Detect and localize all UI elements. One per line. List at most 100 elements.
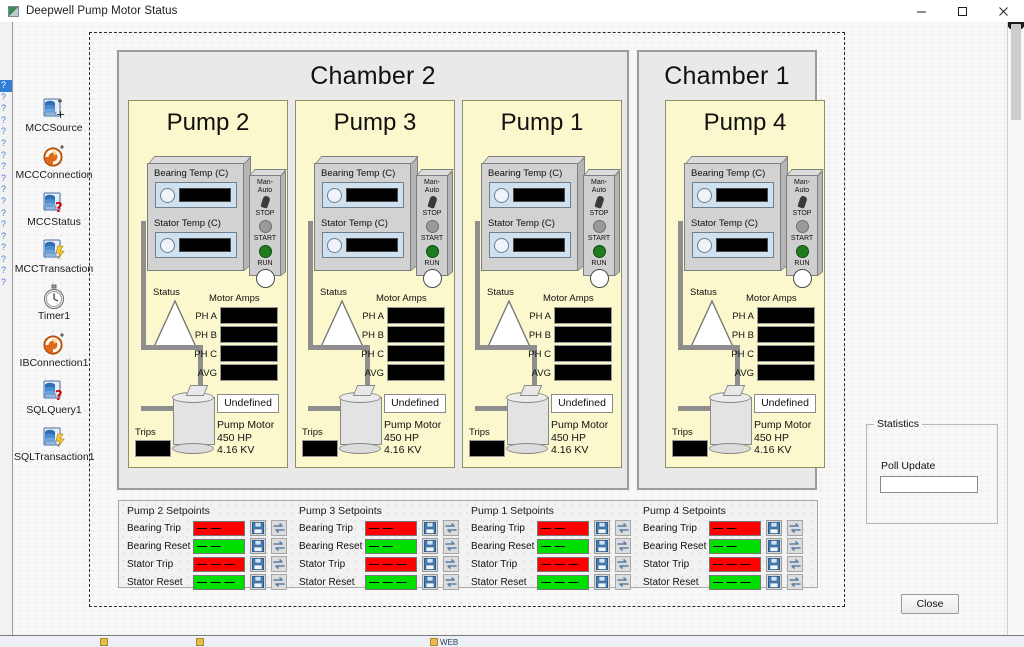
close-button[interactable]: Close <box>901 594 959 614</box>
tray-item-mccconnection[interactable]: MCCConnection <box>14 143 94 181</box>
refresh-icon[interactable] <box>271 574 287 590</box>
setpoint-value[interactable]: — — <box>193 538 245 554</box>
maximize-icon[interactable] <box>942 0 983 22</box>
bearing-temp-label: Bearing Temp (C) <box>321 168 396 179</box>
save-icon[interactable] <box>422 556 438 572</box>
taskbar-label: WEB <box>440 637 459 647</box>
setpoint-value[interactable]: — — — <box>365 574 417 590</box>
tray-item-mcctransaction[interactable]: MCCTransaction <box>14 237 94 275</box>
tray-item-sqlquery1[interactable]: ? SQLQuery1 <box>14 378 94 416</box>
setpoint-value[interactable]: — — <box>537 520 589 536</box>
gutter-mark <box>0 335 12 347</box>
save-icon[interactable] <box>766 538 782 554</box>
setpoint-value[interactable]: — — <box>709 538 761 554</box>
save-icon[interactable] <box>594 520 610 536</box>
setpoint-value[interactable]: — — — <box>537 574 589 590</box>
man-auto-switch[interactable] <box>426 195 438 209</box>
trips-value <box>302 440 338 457</box>
setpoint-value[interactable]: — — — <box>193 574 245 590</box>
save-icon[interactable] <box>594 556 610 572</box>
setpoint-value[interactable]: — — — <box>709 556 761 572</box>
tray-item-timer1[interactable]: Timer1 <box>14 284 94 322</box>
refresh-icon[interactable] <box>443 538 459 554</box>
setpoint-value[interactable]: — — <box>537 538 589 554</box>
motor-spec: Pump Motor 450 HP 4.16 KV <box>384 419 441 457</box>
refresh-icon[interactable] <box>271 556 287 572</box>
refresh-icon[interactable] <box>615 538 631 554</box>
run-button[interactable] <box>422 269 442 288</box>
refresh-icon[interactable] <box>615 556 631 572</box>
setpoints-group-3: Pump 4 Setpoints Bearing Trip — — Bearin… <box>643 505 811 590</box>
tray-item-ibconnection1[interactable]: IBConnection1 <box>14 331 94 369</box>
save-icon[interactable] <box>250 556 266 572</box>
save-icon[interactable] <box>766 520 782 536</box>
trips-value <box>135 440 171 457</box>
pipe-vertical <box>678 221 683 349</box>
refresh-icon[interactable] <box>615 574 631 590</box>
setpoint-value[interactable]: — — — <box>709 574 761 590</box>
setpoint-value[interactable]: — — <box>365 538 417 554</box>
setpoints-group-2: Pump 1 Setpoints Bearing Trip — — Bearin… <box>471 505 639 590</box>
vertical-scrollbar[interactable] <box>1007 22 1024 635</box>
setpoint-row: Bearing Trip — — <box>299 520 467 536</box>
pipe-vertical <box>475 221 480 349</box>
refresh-icon[interactable] <box>271 538 287 554</box>
bearing-temp-meter <box>489 182 571 208</box>
scrollbar-thumb[interactable] <box>1011 24 1021 120</box>
setpoint-label: Stator Trip <box>643 558 690 570</box>
gutter-mark: ? <box>1 91 7 102</box>
run-button[interactable] <box>255 269 275 288</box>
setpoint-value[interactable]: — — <box>709 520 761 536</box>
poll-update-input[interactable] <box>880 476 978 493</box>
refresh-icon[interactable] <box>787 538 803 554</box>
taskbar-item[interactable] <box>196 637 206 647</box>
tray-item-mccsource[interactable]: + MCCSource <box>14 96 94 134</box>
setpoint-value[interactable]: — — — <box>537 556 589 572</box>
refresh-icon[interactable] <box>787 574 803 590</box>
refresh-icon[interactable] <box>787 556 803 572</box>
refresh-icon[interactable] <box>615 520 631 536</box>
taskbar-item[interactable] <box>100 637 110 647</box>
setpoint-value[interactable]: — — — <box>365 556 417 572</box>
run-button[interactable] <box>589 269 609 288</box>
man-auto-switch[interactable] <box>796 195 808 209</box>
setpoint-value[interactable]: — — <box>193 520 245 536</box>
refresh-icon[interactable] <box>443 520 459 536</box>
status-label: Status <box>690 287 717 298</box>
status-label: Status <box>153 287 180 298</box>
pump-title: Pump 3 <box>333 109 417 136</box>
refresh-icon[interactable] <box>443 556 459 572</box>
setpoint-label: Stator Trip <box>127 558 174 570</box>
save-icon[interactable] <box>594 538 610 554</box>
save-icon[interactable] <box>422 520 438 536</box>
save-icon[interactable] <box>250 520 266 536</box>
close-icon[interactable] <box>983 0 1024 22</box>
save-icon[interactable] <box>766 574 782 590</box>
setpoints-group-0: Pump 2 Setpoints Bearing Trip — — Bearin… <box>127 505 295 590</box>
stator-temp-label: Stator Temp (C) <box>488 218 555 229</box>
tray-item-sqltransaction1[interactable]: SQLTransaction1 <box>14 425 95 463</box>
stator-temp-display <box>179 238 231 252</box>
tray-item-mccstatus[interactable]: ? MCCStatus <box>14 190 94 228</box>
save-icon[interactable] <box>594 574 610 590</box>
save-icon[interactable] <box>422 574 438 590</box>
setpoint-value[interactable]: — — <box>365 520 417 536</box>
minimize-icon[interactable] <box>901 0 942 22</box>
man-auto-switch[interactable] <box>593 195 605 209</box>
man-auto-label: Man-Auto <box>424 179 440 194</box>
save-icon[interactable] <box>422 538 438 554</box>
run-button[interactable] <box>792 269 812 288</box>
save-icon[interactable] <box>250 538 266 554</box>
stator-temp-meter <box>489 232 571 258</box>
save-icon[interactable] <box>250 574 266 590</box>
tank-bottom <box>709 443 751 454</box>
refresh-icon[interactable] <box>271 520 287 536</box>
taskbar-item[interactable]: WEB <box>430 637 458 647</box>
avg-label: AVG <box>197 368 217 379</box>
gutter-mark <box>0 439 12 451</box>
setpoint-value[interactable]: — — — <box>193 556 245 572</box>
man-auto-switch[interactable] <box>259 195 271 209</box>
refresh-icon[interactable] <box>787 520 803 536</box>
save-icon[interactable] <box>766 556 782 572</box>
refresh-icon[interactable] <box>443 574 459 590</box>
